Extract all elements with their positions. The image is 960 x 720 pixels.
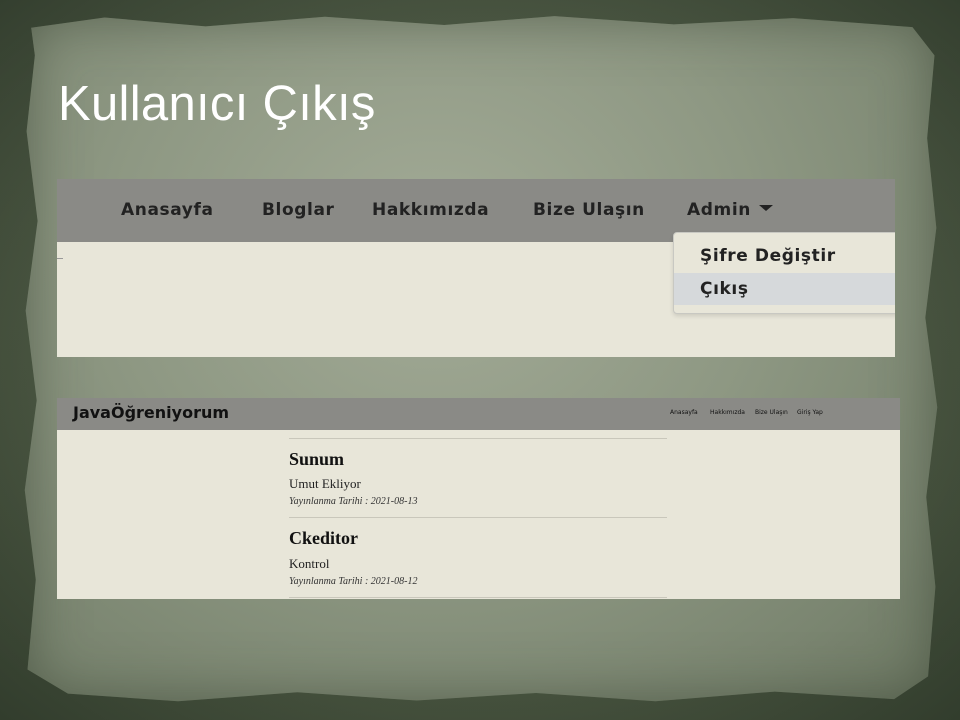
nav-admin-dropdown-toggle[interactable]: Admin [687, 200, 773, 220]
nav-link-about[interactable]: Hakkımızda [710, 409, 745, 416]
slide: Kullanıcı Çıkış Anasayfa Bloglar Hakkımı… [0, 0, 960, 720]
chevron-down-icon [758, 205, 773, 211]
divider [57, 258, 63, 259]
post-subtitle: Umut Ekliyor [289, 476, 361, 491]
post-date: Yayınlanma Tarihi : 2021-08-12 [289, 576, 418, 587]
post-date: Yayınlanma Tarihi : 2021-08-13 [289, 496, 418, 507]
post-divider [289, 438, 667, 439]
post-title[interactable]: Sunum [289, 449, 344, 470]
dropdown-item-label: Çıkış [700, 279, 749, 299]
nav-link-contact[interactable]: Bize Ulaşın [755, 409, 788, 416]
post-title[interactable]: Ckeditor [289, 528, 358, 549]
dropdown-item-change-password[interactable]: Şifre Değiştir [674, 240, 895, 272]
blog-page-screenshot: JavaÖğreniyorum Anasayfa Hakkımızda Bize… [57, 398, 900, 599]
nav-link-home[interactable]: Anasayfa [121, 200, 214, 220]
post-subtitle: Kontrol [289, 556, 330, 571]
dropdown-item-label: Şifre Değiştir [700, 246, 836, 266]
nav-link-login[interactable]: Giriş Yap [797, 409, 823, 416]
admin-dropdown-menu: Şifre Değiştir Çıkış [673, 232, 895, 314]
nav-link-contact[interactable]: Bize Ulaşın [533, 200, 645, 220]
dropdown-item-logout[interactable]: Çıkış [674, 273, 895, 305]
nav-link-blogs[interactable]: Bloglar [262, 200, 335, 220]
slide-title: Kullanıcı Çıkış [58, 77, 376, 131]
post-divider [289, 517, 667, 518]
post-divider [289, 597, 667, 598]
nav-link-about[interactable]: Hakkımızda [372, 200, 489, 220]
admin-label: Admin [687, 200, 751, 220]
brand-logo[interactable]: JavaÖğreniyorum [73, 403, 229, 422]
nav-link-home[interactable]: Anasayfa [670, 409, 698, 416]
admin-menu-screenshot: Anasayfa Bloglar Hakkımızda Bize Ulaşın … [57, 179, 895, 357]
navbar: JavaÖğreniyorum Anasayfa Hakkımızda Bize… [57, 398, 900, 430]
